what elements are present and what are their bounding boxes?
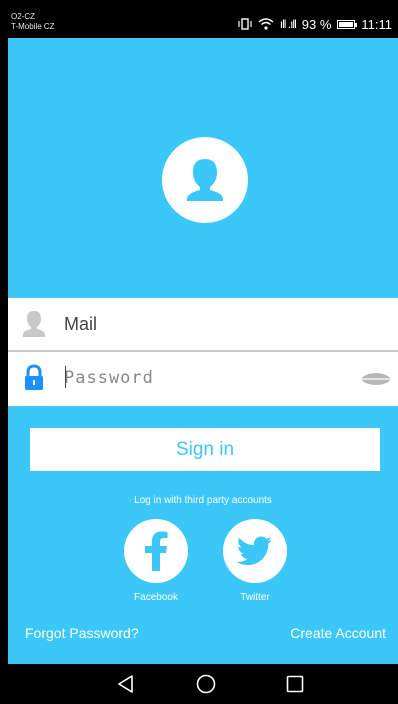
- user-icon: [23, 311, 45, 337]
- carrier-secondary: T-Mobile CZ: [11, 22, 55, 31]
- status-icons: ıll .ıll 93 % 11:11: [238, 16, 392, 32]
- facebook-label: Facebook: [134, 592, 178, 603]
- password-input[interactable]: [64, 362, 344, 394]
- eye-icon[interactable]: [360, 370, 392, 388]
- profile-header: [8, 38, 398, 298]
- twitter-label: Twitter: [240, 592, 270, 603]
- avatar: [162, 137, 248, 223]
- facebook-button[interactable]: [124, 519, 188, 583]
- twitter-button[interactable]: [223, 519, 287, 583]
- sign-in-button[interactable]: Sign in: [30, 428, 380, 471]
- back-icon[interactable]: [115, 673, 137, 695]
- facebook-login[interactable]: Facebook: [123, 519, 189, 603]
- clock: 11:11: [361, 16, 392, 32]
- text-cursor: [65, 366, 66, 388]
- third-party-label: Log in with third party accounts: [134, 495, 272, 506]
- navigation-bar: [8, 664, 398, 704]
- carrier-primary: O2-CZ: [11, 12, 35, 21]
- wifi-icon: [258, 18, 274, 30]
- battery-percent: 93 %: [301, 16, 332, 32]
- status-bar: O2-CZ T-Mobile CZ ıll .ıll 93 % 11:11: [8, 10, 398, 38]
- person-icon: [187, 159, 223, 201]
- twitter-login[interactable]: Twitter: [222, 519, 288, 603]
- mail-input[interactable]: [64, 308, 344, 340]
- carrier-info: O2-CZ T-Mobile CZ: [11, 12, 55, 32]
- password-row: [8, 352, 398, 406]
- battery-icon: [337, 19, 358, 29]
- forgot-password-link[interactable]: Forgot Password?: [25, 625, 139, 641]
- mail-row: [8, 298, 398, 350]
- facebook-icon: [145, 531, 168, 571]
- vibrate-icon: [238, 18, 252, 30]
- twitter-icon: [237, 536, 272, 566]
- login-area: Sign in Log in with third party accounts…: [8, 406, 398, 664]
- signal-icon: ıll .ıll: [279, 17, 297, 31]
- home-icon[interactable]: [195, 673, 217, 695]
- create-account-link[interactable]: Create Account: [290, 625, 386, 641]
- lock-icon: [25, 364, 43, 390]
- recents-icon[interactable]: [284, 673, 306, 695]
